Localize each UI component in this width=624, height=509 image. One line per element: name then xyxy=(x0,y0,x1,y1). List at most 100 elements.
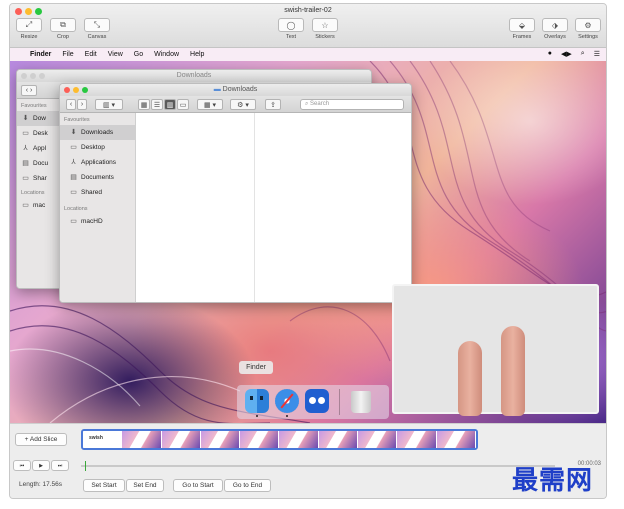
safari-dock-icon[interactable] xyxy=(275,389,299,413)
menu-window[interactable]: Window xyxy=(154,51,179,58)
finder-zoom-button[interactable] xyxy=(82,87,88,93)
frames-button[interactable]: ⬙ Frames xyxy=(506,18,538,40)
sidebar-item-downloads[interactable]: ⬇ Downloads xyxy=(60,125,135,140)
finder-dock-icon[interactable] xyxy=(245,389,269,413)
overlays-icon: ⬗ xyxy=(551,20,559,30)
favourites-heading: Favourites xyxy=(21,103,47,109)
forward-button[interactable]: › xyxy=(77,99,87,110)
thumbnail[interactable] xyxy=(397,431,437,448)
sidebar-item-label: Desk xyxy=(33,130,48,137)
finder-window-front[interactable]: ▬ Downloads ‹ › ▥ ▾ ▦ ☰ ▥ ▭ ▦ ▾ ⚙ ▾ ⇪ ⌕ … xyxy=(59,83,412,303)
path-menu-button[interactable]: ▥ ▾ xyxy=(95,99,123,110)
thumbnail[interactable] xyxy=(240,431,280,448)
group-button[interactable]: ▦ ▾ xyxy=(197,99,223,110)
screen-recorder-dock-icon[interactable] xyxy=(305,389,329,413)
thumbnail[interactable] xyxy=(279,431,319,448)
crop-button[interactable]: ⧉ Crop xyxy=(47,18,79,40)
menu-help[interactable]: Help xyxy=(190,51,204,58)
thumbnail[interactable] xyxy=(161,431,201,448)
set-end-button[interactable]: Set End xyxy=(126,479,164,492)
sidebar-item-documents-back[interactable]: ▤ Docu xyxy=(17,156,60,171)
finder-back-sidebar: Favourites ⬇ Dow ▭ Desk ⅄ Appl ▤ Docu ▭ Shar … xyxy=(17,99,61,288)
thumbnail[interactable] xyxy=(200,431,241,448)
column-view-button[interactable]: ▥ xyxy=(164,99,176,110)
go-to-start-button[interactable]: Go to Start xyxy=(173,479,223,492)
filmstrip[interactable]: swish xyxy=(81,429,478,450)
gear-icon: ⚙ xyxy=(584,20,592,30)
sidebar-item-label: Documents xyxy=(81,174,114,181)
skip-forward-button[interactable]: ⏭ xyxy=(51,460,69,471)
trackpad-gesture-overlay xyxy=(392,284,599,416)
sidebar-item-applications[interactable]: ⅄ Applications xyxy=(60,155,135,170)
overlays-button[interactable]: ⬗ Overlays xyxy=(539,18,571,40)
folder-icon: ▭ xyxy=(70,188,77,196)
back-nav-button[interactable]: ‹ › xyxy=(21,85,37,96)
thumbnail[interactable] xyxy=(122,431,162,448)
sidebar-item-documents[interactable]: ▤ Documents xyxy=(60,170,135,185)
frames-label: Frames xyxy=(512,34,532,40)
canvas-button[interactable]: ⤡ Canvas xyxy=(81,18,113,40)
play-button[interactable]: ▶ xyxy=(32,460,50,471)
skip-back-button[interactable]: ⏮ xyxy=(13,460,31,471)
skip-back-icon: ⏮ xyxy=(19,462,25,469)
scrub-track[interactable] xyxy=(81,465,555,467)
media-icon[interactable]: ◀▶ xyxy=(561,50,572,58)
column-divider xyxy=(254,113,255,302)
applications-icon: ⅄ xyxy=(71,158,76,166)
favourites-heading: Favourites xyxy=(64,117,90,123)
sidebar-item-desktop[interactable]: ▭ Desktop xyxy=(60,140,135,155)
stickers-button[interactable]: ☆ Stickers xyxy=(309,18,341,40)
sidebar-item-machd[interactable]: ▭ macHD xyxy=(60,214,135,229)
title-bar: swish-trailer-02 ⤢ Resize ⧉ Crop ⤡ Canva… xyxy=(10,4,606,48)
thumbnail[interactable] xyxy=(318,431,359,448)
settings-button[interactable]: ⚙ Settings xyxy=(572,18,604,40)
set-start-button[interactable]: Set Start xyxy=(83,479,125,492)
sidebar-item-machd-back[interactable]: ▭ mac xyxy=(17,198,60,213)
menu-go[interactable]: Go xyxy=(134,51,143,58)
sidebar-item-shared[interactable]: ▭ Shared xyxy=(60,185,135,200)
resize-button[interactable]: ⤢ Resize xyxy=(13,18,45,40)
finder-close-button[interactable] xyxy=(64,87,70,93)
menu-file[interactable]: File xyxy=(62,51,73,58)
text-button[interactable]: ◯ Text xyxy=(275,18,307,40)
go-to-end-button[interactable]: Go to End xyxy=(224,479,271,492)
finder-sidebar: Favourites ⬇ Downloads ▭ Desktop ⅄ Applicat… xyxy=(60,113,136,302)
thumbnail-first[interactable]: swish xyxy=(83,431,123,448)
dock xyxy=(237,385,389,419)
star-icon: ☆ xyxy=(321,20,329,30)
thumbnail[interactable] xyxy=(436,431,476,448)
settings-label: Settings xyxy=(578,34,598,40)
sidebar-item-label: Appl xyxy=(33,145,47,152)
speech-bubble-icon: ◯ xyxy=(286,20,296,30)
record-icon[interactable]: ● xyxy=(548,50,552,58)
sidebar-item-desktop-back[interactable]: ▭ Desk xyxy=(17,126,60,141)
menu-edit[interactable]: Edit xyxy=(85,51,97,58)
share-button[interactable]: ⇪ xyxy=(265,99,281,110)
search-input[interactable]: ⌕ Search xyxy=(300,99,404,110)
desktop-icon: ▭ xyxy=(70,143,77,151)
trash-dock-icon[interactable] xyxy=(351,391,371,413)
icon-view-button[interactable]: ▦ xyxy=(138,99,150,110)
sidebar-item-downloads-back[interactable]: ⬇ Dow xyxy=(17,111,60,126)
action-button[interactable]: ⚙ ▾ xyxy=(230,99,256,110)
finder-minimize-button[interactable] xyxy=(73,87,79,93)
resize-icon: ⤢ xyxy=(25,20,33,29)
download-icon: ⬇ xyxy=(70,128,77,136)
finger-right xyxy=(501,326,525,416)
list-view-button[interactable]: ☰ xyxy=(151,99,163,110)
thumbnail[interactable] xyxy=(358,431,398,448)
playhead[interactable] xyxy=(85,461,86,471)
sidebar-item-label: macHD xyxy=(81,218,103,225)
gallery-view-button[interactable]: ▭ xyxy=(177,99,189,110)
documents-icon: ▤ xyxy=(22,159,29,167)
add-slice-button[interactable]: + Add Slice xyxy=(15,433,67,446)
back-button[interactable]: ‹ xyxy=(66,99,76,110)
sidebar-item-applications-back[interactable]: ⅄ Appl xyxy=(17,141,60,156)
finder-front-title: Downloads xyxy=(222,86,258,93)
search-icon[interactable]: ⌕ xyxy=(581,50,585,58)
list-icon[interactable]: ☰ xyxy=(594,50,600,58)
mac-menubar: Finder File Edit View Go Window Help ● ◀… xyxy=(10,48,606,61)
menu-finder[interactable]: Finder xyxy=(30,51,51,58)
sidebar-item-shared-back[interactable]: ▭ Shar xyxy=(17,171,60,186)
menu-view[interactable]: View xyxy=(108,51,123,58)
